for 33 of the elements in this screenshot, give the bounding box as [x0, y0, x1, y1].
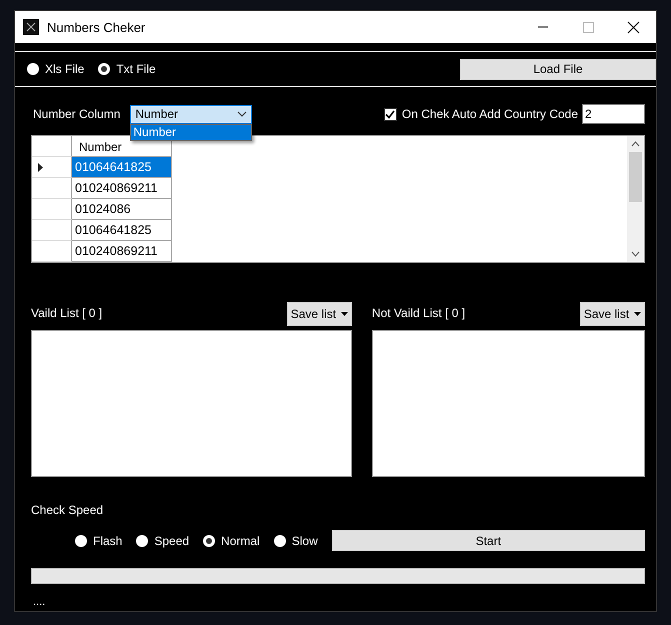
load-file-button[interactable]: Load File — [460, 58, 656, 80]
window-title: Numbers Cheker — [47, 20, 146, 34]
check-speed-label: Check Speed — [31, 503, 104, 517]
save-list-button[interactable]: Save list — [580, 302, 645, 326]
table-cell[interactable]: 01064641825 — [72, 220, 172, 241]
number-column-label: Number Column — [33, 107, 120, 121]
app-icon — [23, 19, 39, 35]
speed-radio[interactable]: Flash — [75, 534, 122, 548]
dropdown-option[interactable]: Number — [131, 124, 252, 140]
table-cell[interactable]: 01064641825 — [72, 157, 172, 178]
country-code-field[interactable]: 2 — [582, 104, 645, 124]
start-button[interactable]: Start — [332, 530, 645, 551]
list-label: Vaild List [ 0 ] — [31, 306, 102, 320]
speed-radio[interactable]: Normal — [203, 534, 260, 548]
checkbox[interactable] — [384, 108, 397, 120]
speed-radio[interactable]: Speed — [136, 534, 190, 548]
number-column-dropdown[interactable]: Number — [130, 104, 252, 124]
chevron-down-icon — [237, 111, 248, 117]
checkbox-label: On Chek Auto Add Country Code — [402, 107, 578, 121]
save-list-button[interactable]: Save list — [286, 302, 352, 326]
row-header[interactable] — [32, 157, 72, 178]
scrollbar-thumb[interactable] — [629, 152, 642, 202]
table-cell[interactable]: 01024086 — [72, 199, 172, 220]
file-type-radio[interactable]: Txt File — [98, 62, 156, 76]
caret-icon — [634, 312, 642, 316]
table-cell[interactable]: 010240869211 — [72, 241, 172, 262]
caret-icon — [341, 312, 348, 316]
table-cell[interactable]: 010240869211 — [72, 178, 172, 199]
file-type-radio[interactable]: Xls File — [27, 62, 84, 76]
invalid-list-box[interactable] — [372, 330, 645, 477]
status-text: .... — [32, 596, 46, 608]
speed-radio[interactable]: Slow — [274, 534, 318, 548]
list-label: Not Vaild List [ 0 ] — [372, 306, 466, 320]
